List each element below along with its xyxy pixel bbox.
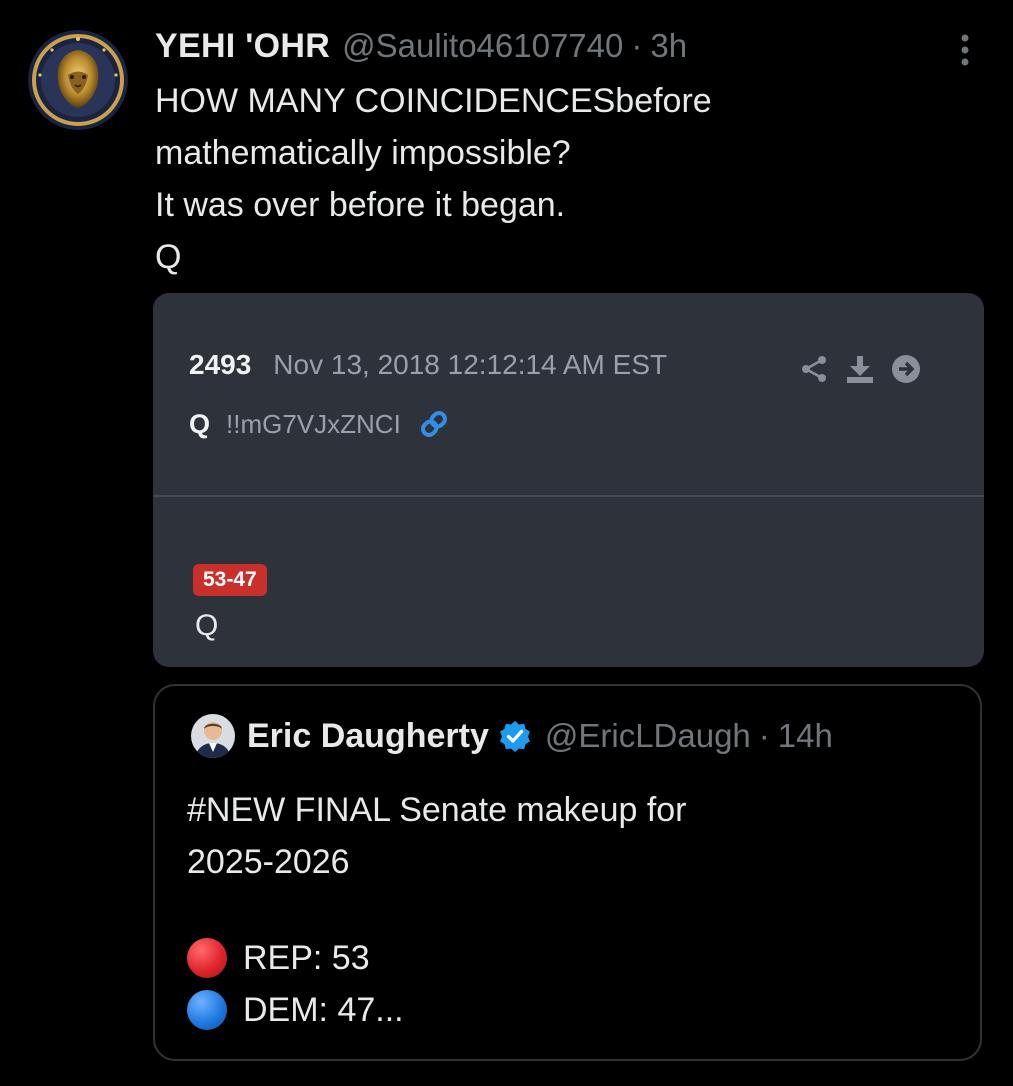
tripcode: !!mG7VJxZNCI	[226, 408, 401, 439]
post-meta-row: 2493 Nov 13, 2018 12:12:14 AM EST	[189, 349, 667, 381]
avatar[interactable]	[28, 30, 128, 130]
quoted-tweet-text: #NEW FINAL Senate makeup for 2025-2026	[187, 784, 687, 888]
more-vertical-icon[interactable]	[950, 30, 980, 70]
dem-count: DEM: 47...	[243, 990, 404, 1029]
author-row: Q !!mG7VJxZNCI	[189, 407, 451, 441]
post-body: Q	[195, 609, 219, 642]
tweet-text: HOW MANY COINCIDENCESbefore mathematical…	[155, 75, 975, 283]
tweet-text-line: Q	[155, 238, 182, 276]
blue-circle-icon	[187, 990, 227, 1030]
post-date: Nov 13, 2018 12:12:14 AM EST	[273, 349, 668, 380]
timestamp[interactable]: 14h	[778, 717, 833, 755]
rep-line: REP: 53	[187, 938, 370, 978]
post-number: 2493	[189, 349, 252, 380]
tweet-text-line: mathematically impossible?	[155, 134, 571, 172]
result-badge: 53-47	[193, 564, 267, 596]
avatar[interactable]	[191, 714, 235, 758]
quoted-tweet-header: Eric Daugherty @EricLDaugh · 14h	[247, 712, 833, 760]
timestamp[interactable]: 3h	[650, 27, 687, 65]
card-actions	[798, 353, 922, 385]
tweet-header: YEHI 'OHR @Saulito46107740 · 3h	[155, 22, 687, 70]
quoted-tweet[interactable]: Eric Daugherty @EricLDaugh · 14h #NEW FI…	[153, 684, 982, 1061]
separator-dot: ·	[758, 717, 770, 754]
separator-dot: ·	[631, 27, 643, 64]
link-icon[interactable]	[417, 407, 451, 441]
dem-line: DEM: 47...	[187, 990, 404, 1030]
red-circle-icon	[187, 938, 227, 978]
lion-emblem-avatar-icon	[28, 30, 128, 130]
tweet-text-line: #NEW FINAL Senate makeup for	[187, 791, 687, 829]
verified-badge-icon	[499, 720, 531, 752]
display-name[interactable]: YEHI 'OHR	[155, 27, 330, 66]
tweet-text-line: It was over before it began.	[155, 186, 566, 224]
download-icon[interactable]	[844, 353, 876, 385]
q-post-header: 2493 Nov 13, 2018 12:12:14 AM EST Q !!mG…	[153, 293, 984, 497]
post-author: Q	[189, 408, 211, 439]
share-icon[interactable]	[798, 353, 830, 385]
user-handle[interactable]: @EricLDaugh	[545, 717, 751, 755]
rep-count: REP: 53	[243, 938, 370, 977]
tweet-text-line: HOW MANY COINCIDENCESbefore	[155, 82, 712, 120]
arrow-right-icon[interactable]	[890, 353, 922, 385]
q-post-card[interactable]: 2493 Nov 13, 2018 12:12:14 AM EST Q !!mG…	[153, 293, 984, 667]
tweet-text-line: 2025-2026	[187, 843, 350, 881]
display-name[interactable]: Eric Daugherty	[247, 717, 489, 756]
user-handle[interactable]: @Saulito46107740	[342, 27, 623, 65]
